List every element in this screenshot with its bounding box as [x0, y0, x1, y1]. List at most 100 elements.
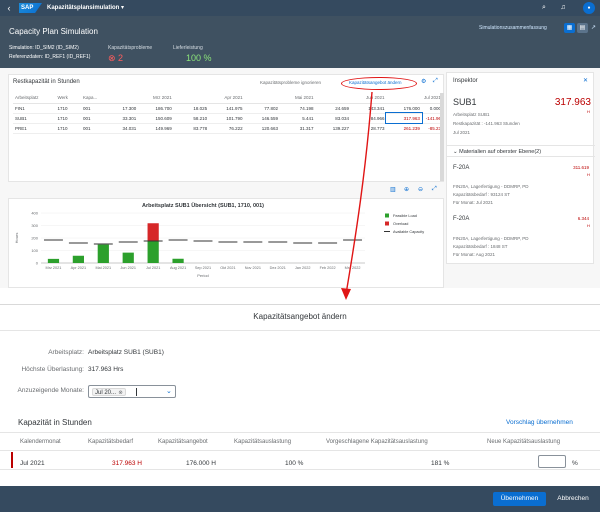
cell-plant: 1710 [55, 103, 82, 114]
material-name[interactable]: F-20A [453, 165, 469, 171]
col-calendar-month: Kalendermonat [20, 439, 61, 445]
y-axis-label: Hours [14, 233, 19, 244]
cell-value: 150.609 [138, 113, 174, 124]
table-row[interactable]: FIN1 1710 001 17.300 186.700 18.025 141.… [13, 103, 443, 114]
col-plant[interactable]: Werk [55, 93, 82, 104]
material-line: Für Monat: Aug 2021 [453, 252, 496, 257]
bar-feasible-load [47, 258, 60, 263]
col-month: Mai 2021 [280, 93, 316, 104]
row-month: Jul 2021 [20, 460, 45, 467]
cell-capacity: 001 [81, 103, 103, 114]
material-value: 311.619 [573, 165, 589, 170]
x-tick-label: Jul 2021 [146, 266, 160, 270]
cell-workcenter: PRE1 [13, 123, 56, 134]
row-demand: 317.963 H [112, 460, 142, 467]
export-icon[interactable]: ↗ [591, 24, 596, 31]
sap-logo[interactable]: SAP [19, 3, 42, 13]
legend-entry: Feasible Load [393, 214, 417, 218]
bar-feasible-load [122, 252, 134, 263]
accept-button[interactable]: Übernehmen [493, 492, 546, 506]
material-unit: H [587, 172, 590, 177]
divider [0, 432, 600, 433]
x-tick-label: Jun 2021 [120, 266, 136, 270]
simulation-attribute: Simulation: ID_SIM2 (ID_SIM2) [9, 45, 79, 51]
ignore-problems-link[interactable]: Kapazitätsprobleme ignorieren [260, 80, 321, 85]
cell-plant: 1710 [55, 123, 82, 134]
bell-icon[interactable]: ♫ [557, 2, 569, 14]
material-line: FIN20A, Lagerfertigung - DDMRP, PD [453, 236, 529, 241]
kpi-problems-label: Kapazitätsprobleme [108, 45, 153, 51]
col-month [315, 93, 351, 104]
material-name[interactable]: F-20A [453, 216, 469, 222]
percent-unit: % [572, 460, 578, 467]
new-utilization-input[interactable] [538, 455, 566, 468]
cancel-button[interactable]: Abbrechen [550, 492, 596, 506]
row-utilization: 100 % [285, 460, 304, 467]
col-month: Apr 2021 [209, 93, 245, 104]
cell-value: 34.031 [102, 123, 139, 134]
inspector-value: 317.963 [554, 97, 591, 108]
back-icon[interactable]: ‹ [3, 2, 15, 14]
capacity-chart: Arbeitsplatz SUB1 Übersicht (SUB1, 1710,… [14, 202, 424, 278]
cell-value: 120.663 [244, 123, 281, 134]
share-button[interactable]: ▤ [577, 23, 588, 33]
x-tick-label: Aug 2021 [170, 266, 186, 270]
month-token[interactable]: Jul 20... ⊗ [92, 388, 126, 396]
col-month [173, 93, 210, 104]
reference-attribute: Referenzdaten: ID_REF1 (ID_REF1) [9, 54, 91, 60]
highlight-ellipse [341, 77, 417, 90]
table-row[interactable]: PRE1 1710 001 34.031 149.969 83.778 76.2… [13, 123, 443, 134]
chart-type-icon[interactable]: ▥ [390, 186, 396, 193]
cell-workcenter: FIN1 [13, 103, 56, 114]
close-icon[interactable]: ✕ [583, 77, 588, 84]
x-tick-label: Okt 2021 [220, 266, 235, 270]
cell-value: 24.659 [315, 103, 351, 114]
simulation-summary-link[interactable]: Simulationszusammenfassung [479, 25, 547, 31]
col-capacity-demand: Kapazitätsbedarf [88, 439, 134, 445]
months-combobox[interactable]: Jul 20... ⊗ ⌄ [88, 385, 176, 398]
cell-value: 261.239 [386, 123, 422, 134]
table-scrollbar[interactable] [440, 93, 444, 181]
table-row[interactable]: SUB1 1710 001 33.301 150.609 58.210 101.… [13, 112, 443, 124]
y-tick-label: 200 [31, 236, 38, 241]
materials-section-header[interactable]: ⌄ Materialien auf oberster Ebene(2) [447, 145, 595, 157]
inspector-panel: Inspektor ✕ SUB1 317.963 H Arbeitsplatz … [446, 72, 595, 264]
col-month [244, 93, 281, 104]
accept-proposal-link[interactable]: Vorschlag übernehmen [506, 419, 573, 426]
col-capacity[interactable]: Kapa... [81, 93, 103, 104]
grid-view-button[interactable]: ▦ [564, 23, 575, 33]
x-tick-label: Mrz 2021 [46, 266, 62, 270]
fullscreen-icon[interactable]: ⤢ [433, 78, 438, 85]
capacity-table-panel: Restkapazität in Stunden Kapazitätsprobl… [8, 74, 444, 182]
inspector-workcenter: Arbeitsplatz SUB1 [453, 112, 490, 117]
materials-section-label: Materialien auf oberster Ebene(2) [459, 149, 542, 155]
cell-value: 58.210 [173, 113, 210, 124]
shell-bar: ‹ SAP Kapazitätsplansimulation ▾ ⌕ ♫ ● [0, 0, 600, 16]
bar-feasible-load [147, 241, 159, 263]
capacity-section-title: Kapazität in Stunden [18, 418, 92, 427]
inspector-rest: Restkapazität : -141.963 Stunden [453, 121, 520, 126]
cell-value: 186.700 [138, 103, 174, 114]
col-utilization: Kapazitätsauslastung [234, 439, 292, 445]
cell-capacity: 001 [81, 123, 103, 134]
dialog-footer: Übernehmen Abbrechen [0, 486, 600, 512]
cell-value: 28.773 [350, 123, 387, 134]
cell-value-selected[interactable]: 317.963 [385, 112, 423, 124]
y-tick-label: 300 [31, 223, 38, 228]
row-status-indicator [11, 452, 13, 468]
app-title-menu[interactable]: Kapazitätsplansimulation ▾ [47, 3, 124, 13]
cell-value: 176.000 [386, 103, 422, 114]
avatar[interactable]: ● [583, 2, 595, 14]
zoom-out-icon[interactable]: ⊖ [418, 186, 423, 193]
token-remove-icon[interactable]: ⊗ [117, 390, 122, 396]
settings-icon[interactable]: ⚙ [421, 78, 426, 85]
chevron-down-icon[interactable]: ⌄ [166, 387, 172, 395]
zoom-in-icon[interactable]: ⊕ [404, 186, 409, 193]
overload-value: 317.963 Hrs [88, 366, 124, 373]
table-title: Restkapazität in Stunden [13, 79, 80, 85]
material-line: FIN20A, Lagerfertigung - DDMRP, PD [453, 184, 529, 189]
fullscreen-icon[interactable]: ⤢ [432, 186, 437, 193]
col-workcenter[interactable]: Arbeitsplatz [13, 93, 56, 104]
row-proposed: 181 % [431, 460, 450, 467]
search-icon[interactable]: ⌕ [538, 2, 550, 14]
